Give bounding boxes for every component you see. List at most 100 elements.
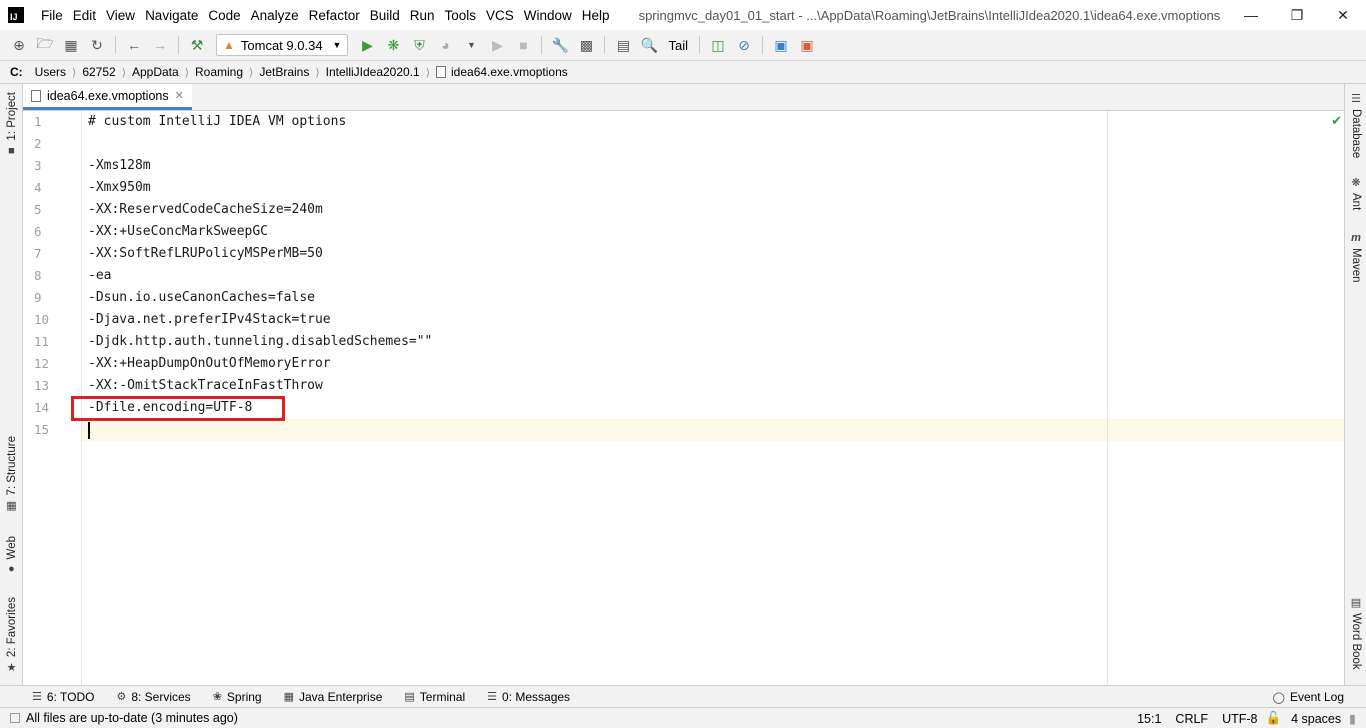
translate-google-icon[interactable]: ▣ (770, 34, 792, 56)
code-line[interactable]: # custom IntelliJ IDEA VM options (82, 111, 1344, 133)
code-line[interactable]: -Xms128m (82, 155, 1344, 177)
tool-todo[interactable]: ☰ 6: TODO (32, 690, 94, 704)
menu-help[interactable]: Help (577, 8, 615, 23)
code-editor[interactable]: 1 2 3 4 5 6 7 8 9 10 11 12 13 14 15 # custom IntelliJ … (23, 111, 1344, 685)
search-icon[interactable]: 🔍 (638, 34, 660, 56)
breadcrumb-item-62752[interactable]: 62752 (82, 65, 115, 79)
run-icon[interactable]: ▶ (356, 34, 378, 56)
menu-code[interactable]: Code (203, 8, 245, 23)
open-folder-icon[interactable]: 🗁 (34, 34, 56, 56)
tool-maven[interactable]: m Maven (1345, 232, 1366, 283)
project-structure-icon[interactable]: ▩ (575, 34, 597, 56)
profile-icon[interactable]: ◕ (434, 34, 456, 56)
tool-ant[interactable]: ❋ Ant (1345, 176, 1366, 210)
spring-leaf-icon: ❀ (212, 691, 222, 703)
memory-indicator-icon[interactable]: ▮ (1349, 711, 1356, 726)
code-line[interactable]: -Djava.net.preferIPv4Stack=true (82, 309, 1344, 331)
caret-position[interactable]: 15:1 (1137, 712, 1161, 726)
code-line[interactable]: -XX:ReservedCodeCacheSize=240m (82, 199, 1344, 221)
activity-monitor-icon[interactable]: ◫ (707, 34, 729, 56)
code-line[interactable]: -XX:SoftRefLRUPolicyMSPerMB=50 (82, 243, 1344, 265)
tail-button[interactable]: Tail (668, 38, 688, 53)
tool-word-book[interactable]: ▤ Word Book (1345, 596, 1366, 670)
highlight-annotation-box (71, 396, 285, 421)
toolbar-divider (178, 36, 179, 54)
tool-project[interactable]: 1: Project ■ (0, 92, 23, 157)
code-line[interactable]: -XX:+UseConcMarkSweepGC (82, 221, 1344, 243)
menu-navigate[interactable]: Navigate (140, 8, 203, 23)
breadcrumb-item-appdata[interactable]: AppData (132, 65, 179, 79)
indent-setting[interactable]: 4 spaces (1291, 712, 1341, 726)
tool-services-label: 8: Services (131, 689, 191, 704)
line-separator[interactable]: CRLF (1175, 712, 1208, 726)
coverage-shield-icon[interactable]: ⛨ (408, 34, 430, 56)
forward-arrow-icon[interactable]: → (149, 34, 171, 56)
code-line[interactable]: -Xmx950m (82, 177, 1344, 199)
back-arrow-icon[interactable]: ← (123, 34, 145, 56)
breadcrumb-separator: ⟩ (425, 66, 431, 79)
breadcrumb-separator: ⟩ (249, 66, 254, 79)
inspection-ok-icon[interactable]: ✔ (1331, 113, 1342, 129)
build-hammer-icon[interactable]: ⚒ (186, 34, 208, 56)
menu-run[interactable]: Run (405, 8, 440, 23)
save-icon[interactable]: ▦ (60, 34, 82, 56)
menu-refactor[interactable]: Refactor (304, 8, 365, 23)
menu-tools[interactable]: Tools (440, 8, 482, 23)
tool-messages[interactable]: ☰ 0: Messages (487, 690, 570, 704)
tool-terminal[interactable]: ▤ Terminal (404, 690, 465, 704)
run-configuration-select[interactable]: ▲ Tomcat 9.0.34 ▼ (216, 34, 349, 56)
line-number: 2 (34, 136, 42, 151)
breadcrumb-item-users[interactable]: Users (35, 65, 66, 79)
sync-icon[interactable]: ↻ (86, 34, 108, 56)
status-message[interactable]: All files are up-to-date (3 minutes ago) (10, 711, 238, 725)
tool-structure[interactable]: 7: Structure ▦ (0, 436, 23, 512)
tool-database[interactable]: ☰ Database (1345, 92, 1366, 158)
breadcrumb-item-jetbrains[interactable]: JetBrains (259, 65, 309, 79)
code-line[interactable]: -XX:-OmitStackTraceInFastThrow (82, 375, 1344, 397)
tool-event-log[interactable]: ◯ Event Log (1273, 686, 1344, 708)
code-line[interactable]: -ea (82, 265, 1344, 287)
close-tab-icon[interactable]: ✕ (175, 89, 184, 102)
debug-bug-icon[interactable]: ❋ (382, 34, 404, 56)
intellij-logo-icon: IJ (8, 7, 24, 23)
toolbar-divider (761, 36, 763, 54)
code-line[interactable]: -Dsun.io.useCanonCaches=false (82, 287, 1344, 309)
menu-build[interactable]: Build (365, 8, 405, 23)
close-icon[interactable]: ✕ (1320, 0, 1366, 30)
tool-spring[interactable]: ❀ Spring (213, 690, 262, 704)
menu-analyze[interactable]: Analyze (246, 8, 304, 23)
tool-services[interactable]: ⚙ 8: Services (116, 690, 190, 704)
breadcrumb-item-roaming[interactable]: Roaming (195, 65, 243, 79)
crosshair-icon[interactable]: ⊕ (8, 34, 30, 56)
chevron-down-icon[interactable]: ▼ (460, 34, 482, 56)
tool-favorites[interactable]: 2: Favorites ★ (0, 597, 23, 674)
translate-icon[interactable]: ▣ (796, 34, 818, 56)
menu-window[interactable]: Window (519, 8, 577, 23)
menu-edit[interactable]: Edit (68, 8, 101, 23)
tool-web[interactable]: Web ● (0, 536, 23, 575)
tool-java-enterprise[interactable]: ▦ Java Enterprise (284, 690, 383, 704)
editor-tab-vmoptions[interactable]: idea64.exe.vmoptions ✕ (23, 84, 192, 110)
line-number: 5 (34, 202, 42, 217)
terminal-icon[interactable]: ▤ (612, 34, 634, 56)
menu-view[interactable]: View (101, 8, 140, 23)
minimize-icon[interactable]: — (1228, 0, 1274, 30)
right-tool-strip: ☰ Database ❋ Ant m Maven ▤ Word Book (1344, 84, 1366, 685)
code-line[interactable]: -Djdk.http.auth.tunneling.disabledScheme… (82, 331, 1344, 353)
menu-vcs[interactable]: VCS (481, 8, 519, 23)
file-encoding[interactable]: UTF-8 (1222, 712, 1257, 726)
maximize-icon[interactable]: ❐ (1274, 0, 1320, 30)
breadcrumb-item-file[interactable]: idea64.exe.vmoptions (436, 65, 568, 79)
lock-icon[interactable]: 🔓 (1266, 711, 1282, 726)
stop-icon[interactable]: ■ (512, 34, 534, 56)
settings-wrench-icon[interactable]: 🔧 (549, 34, 571, 56)
code-line[interactable] (82, 133, 1344, 155)
resume-icon[interactable]: ▶ (486, 34, 508, 56)
code-line[interactable] (82, 419, 1344, 441)
editor-tab-label: idea64.exe.vmoptions (47, 88, 169, 103)
power-save-icon[interactable]: ⊘ (733, 34, 755, 56)
menu-file[interactable]: File (36, 8, 68, 23)
breadcrumb-item-drive[interactable]: C: (10, 65, 23, 79)
code-line[interactable]: -XX:+HeapDumpOnOutOfMemoryError (82, 353, 1344, 375)
breadcrumb-item-intellijidea[interactable]: IntelliJIdea2020.1 (326, 65, 420, 79)
